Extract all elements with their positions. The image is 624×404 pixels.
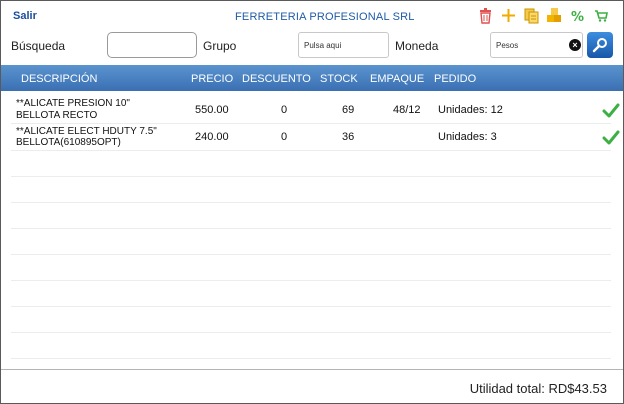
company-title: FERRETERIA PROFESIONAL SRL (235, 11, 415, 23)
row-divider (11, 202, 611, 203)
row-description-line2: BELLOTA RECTO (16, 110, 98, 121)
checkmark-icon[interactable] (602, 129, 620, 147)
row-divider (11, 254, 611, 255)
footer: Utilidad total: RD$43.53 (1, 369, 623, 403)
busqueda-label: Búsqueda (11, 39, 66, 53)
col-precio[interactable]: PRECIO (191, 73, 233, 85)
trash-icon[interactable] (477, 7, 494, 24)
grupo-label: Grupo (203, 39, 237, 53)
table-row[interactable]: **ALICATE PRESION 10" BELLOTA RECTO 550.… (1, 95, 623, 123)
row-pedido[interactable]: Unidades: 3 (438, 131, 497, 143)
search-icon (592, 38, 607, 53)
col-descripcion[interactable]: DESCRIPCIÓN (21, 73, 97, 85)
total-profit: Utilidad total: RD$43.53 (469, 381, 607, 396)
col-pedido[interactable]: PEDIDO (434, 73, 476, 85)
row-description-line2: BELLOTA(610895OPT) (16, 137, 121, 148)
row-description-line1: **ALICATE ELECT HDUTY 7.5" (16, 126, 157, 137)
exit-button[interactable]: Salir (13, 10, 37, 22)
row-stock: 69 (342, 104, 355, 116)
row-divider (11, 228, 611, 229)
row-divider (11, 280, 611, 281)
search-input[interactable] (107, 32, 197, 58)
table-header: DESCRIPCIÓN PRECIO DESCUENTO STOCK EMPAQ… (1, 65, 623, 91)
col-empaque[interactable]: EMPAQUE (370, 73, 424, 85)
svg-text:%: % (571, 10, 584, 23)
add-icon[interactable] (500, 7, 517, 24)
top-bar: Salir FERRETERIA PROFESIONAL SRL % (1, 1, 623, 31)
app-window: Salir FERRETERIA PROFESIONAL SRL % Búsqu… (0, 0, 624, 404)
checkmark-icon[interactable] (602, 102, 620, 120)
row-description-line1: **ALICATE PRESION 10" (16, 98, 130, 109)
clear-icon[interactable]: × (569, 39, 581, 51)
row-divider (11, 150, 611, 151)
row-precio: 550.00 (195, 104, 229, 116)
row-divider (11, 332, 611, 333)
row-divider (11, 176, 611, 177)
row-divider (11, 306, 611, 307)
row-descuento: 0 (281, 131, 288, 143)
group-select[interactable]: Pulsa aqui (298, 32, 389, 58)
documents-icon[interactable] (523, 7, 540, 24)
percent-icon[interactable]: % (569, 7, 586, 24)
row-precio: 240.00 (195, 131, 229, 143)
row-divider (11, 358, 611, 359)
table-row[interactable]: **ALICATE ELECT HDUTY 7.5" BELLOTA(61089… (1, 124, 623, 150)
search-button[interactable] (587, 32, 613, 58)
cart-icon[interactable] (592, 7, 609, 24)
stack-icon[interactable] (546, 7, 563, 24)
toolbar-icons: % (477, 7, 609, 24)
col-descuento[interactable]: DESCUENTO (242, 73, 311, 85)
col-stock[interactable]: STOCK (320, 73, 358, 85)
row-pedido[interactable]: Unidades: 12 (438, 104, 503, 116)
filter-bar: Búsqueda Grupo Pulsa aqui Moneda Pesos × (1, 31, 623, 63)
row-stock: 36 (342, 131, 355, 143)
moneda-label: Moneda (395, 39, 439, 53)
row-empaque: 48/12 (393, 104, 421, 116)
row-descuento: 0 (281, 104, 288, 116)
